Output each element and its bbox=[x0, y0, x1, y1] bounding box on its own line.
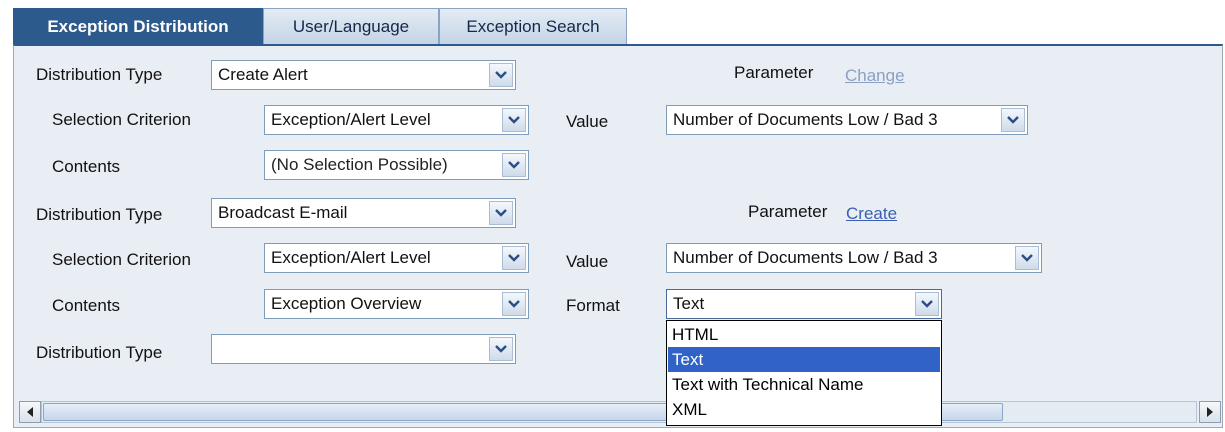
arrow-right-icon[interactable] bbox=[1199, 401, 1221, 423]
selection-criterion-label-2: Selection Criterion bbox=[52, 250, 191, 269]
value-value-2: Number of Documents Low / Bad 3 bbox=[673, 248, 938, 267]
chevron-down-icon[interactable] bbox=[502, 108, 526, 132]
contents-select-1[interactable]: (No Selection Possible) bbox=[264, 150, 529, 180]
distribution-type-select-2[interactable]: Broadcast E-mail bbox=[211, 198, 516, 228]
value-label-1: Value bbox=[566, 112, 609, 131]
contents-label-2: Contents bbox=[52, 296, 121, 315]
parameter-create-link[interactable]: Create bbox=[846, 204, 897, 224]
format-option-text-technical-name[interactable]: Text with Technical Name bbox=[668, 372, 940, 397]
tab-exception-search[interactable]: Exception Search bbox=[439, 8, 627, 44]
chevron-down-icon[interactable] bbox=[1015, 246, 1039, 270]
tab-exception-distribution[interactable]: Exception Distribution bbox=[13, 8, 263, 44]
chevron-down-icon[interactable] bbox=[502, 153, 526, 177]
distribution-type-select-3[interactable] bbox=[211, 334, 516, 364]
contents-value-2: Exception Overview bbox=[271, 294, 422, 313]
distribution-type-value-2: Broadcast E-mail bbox=[218, 203, 348, 222]
format-option-text[interactable]: Text bbox=[668, 347, 940, 372]
selection-criterion-select-2[interactable]: Exception/Alert Level bbox=[264, 243, 529, 273]
parameter-label-2: Parameter bbox=[748, 202, 828, 221]
parameter-change-link[interactable]: Change bbox=[845, 66, 905, 86]
selection-criterion-value-1: Exception/Alert Level bbox=[271, 110, 431, 129]
selection-criterion-value-2: Exception/Alert Level bbox=[271, 248, 431, 267]
distribution-type-value-1: Create Alert bbox=[218, 65, 308, 84]
format-label: Format bbox=[566, 296, 620, 315]
format-select[interactable]: Text bbox=[666, 289, 942, 319]
chevron-down-icon[interactable] bbox=[502, 246, 526, 270]
contents-value-1: (No Selection Possible) bbox=[271, 155, 448, 174]
distribution-type-select-1[interactable]: Create Alert bbox=[211, 60, 516, 90]
distribution-type-label-2: Distribution Type bbox=[36, 205, 163, 224]
format-value: Text bbox=[673, 294, 705, 313]
chevron-down-icon[interactable] bbox=[502, 292, 526, 316]
arrow-left-icon[interactable] bbox=[19, 401, 41, 423]
distribution-type-label-3: Distribution Type bbox=[36, 343, 163, 362]
chevron-down-icon[interactable] bbox=[1001, 108, 1025, 132]
value-value-1: Number of Documents Low / Bad 3 bbox=[673, 110, 938, 129]
value-select-1[interactable]: Number of Documents Low / Bad 3 bbox=[666, 105, 1028, 135]
chevron-down-icon[interactable] bbox=[915, 292, 939, 316]
distribution-type-label-1: Distribution Type bbox=[36, 65, 163, 84]
selection-criterion-label-1: Selection Criterion bbox=[52, 110, 191, 129]
contents-label-1: Contents bbox=[52, 157, 121, 176]
chevron-down-icon[interactable] bbox=[489, 63, 513, 87]
format-option-xml[interactable]: XML bbox=[668, 397, 940, 422]
value-select-2[interactable]: Number of Documents Low / Bad 3 bbox=[666, 243, 1042, 273]
contents-select-2[interactable]: Exception Overview bbox=[264, 289, 529, 319]
horizontal-scrollbar[interactable] bbox=[19, 401, 1221, 423]
selection-criterion-select-1[interactable]: Exception/Alert Level bbox=[264, 105, 529, 135]
chevron-down-icon[interactable] bbox=[489, 337, 513, 361]
tab-user-language[interactable]: User/Language bbox=[263, 8, 439, 44]
parameter-label-1: Parameter bbox=[734, 63, 814, 82]
value-label-2: Value bbox=[566, 252, 609, 271]
distribution-panel bbox=[13, 44, 1223, 428]
chevron-down-icon[interactable] bbox=[489, 201, 513, 225]
format-dropdown-list: HTML Text Text with Technical Name XML bbox=[666, 320, 942, 426]
format-option-html[interactable]: HTML bbox=[668, 322, 940, 347]
